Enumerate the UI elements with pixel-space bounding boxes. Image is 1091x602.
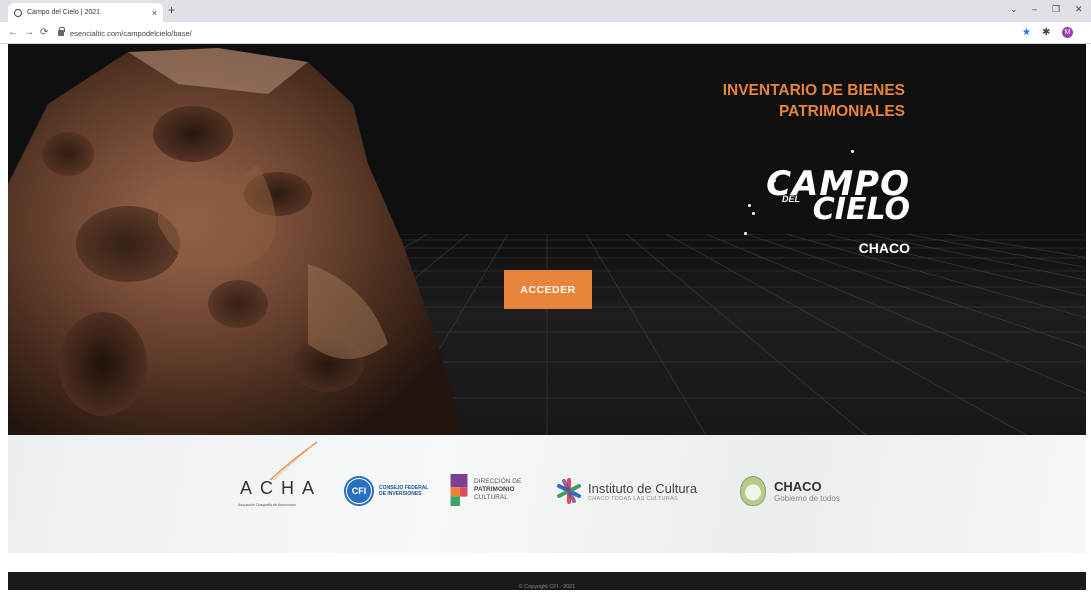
new-tab-button[interactable]: + [168, 3, 175, 17]
browser-tabbar: Campo del Cielo | 2021 × + ⌄ – ❐ ✕ [0, 0, 1091, 22]
chaco-seal-icon [740, 476, 766, 506]
lock-icon [58, 27, 65, 36]
close-tab-icon[interactable]: × [152, 8, 157, 18]
cfi-name: CONSEJO FEDERAL DE INVERSIONES [379, 485, 428, 497]
comet-icon [269, 441, 318, 480]
reload-icon[interactable]: ⟳ [40, 27, 48, 38]
forward-icon[interactable]: → [24, 27, 34, 38]
acha-subtitle: Asociación Chaqueña de Astronomía [238, 503, 296, 507]
browser-tab[interactable]: Campo del Cielo | 2021 × [8, 3, 163, 22]
hero-title: INVENTARIO DE BIENES PATRIMONIALES [723, 80, 905, 122]
cfi-line2: DE INVERSIONES [379, 491, 422, 497]
chaco-subtitle: Gobierno de todos [774, 494, 840, 503]
copyright-text: © Copyright CFI - 2021 [518, 584, 576, 590]
patrimonio-line2: PATRIMONIO [474, 486, 515, 493]
star-icon[interactable]: ★ [1022, 27, 1031, 38]
instituto-cultura-logo: Instituto de Cultura CHACO TODAS LAS CUL… [556, 478, 697, 504]
address-bar: ← → ⟳ esencialtic.com/campodelcielo/base… [0, 22, 1091, 44]
acceder-button[interactable]: ACCEDER [504, 270, 592, 309]
restore-icon[interactable]: ❐ [1052, 4, 1060, 15]
minimize-icon[interactable]: – [1032, 4, 1037, 14]
meteorite-image [8, 48, 463, 435]
hero-title-line1: INVENTARIO DE BIENES [722, 82, 905, 99]
asterisk-icon [557, 478, 581, 504]
cfi-emblem-icon: CFI [344, 476, 374, 506]
extensions-icon[interactable]: ✱ [1042, 27, 1050, 38]
cultura-subtitle: CHACO TODAS LAS CULTURAS [588, 495, 679, 502]
hero-title-line2: PATRIMONIALES [778, 103, 905, 120]
cfi-logo: CFI CONSEJO FEDERAL DE INVERSIONES [344, 476, 428, 506]
back-icon[interactable]: ← [8, 27, 18, 38]
acha-logo-text: ACHA [240, 478, 323, 498]
chevron-down-icon[interactable]: ⌄ [1010, 4, 1018, 15]
url-field[interactable]: esencialtic.com/campodelcielo/base/ [58, 25, 1018, 41]
tab-title: Campo del Cielo | 2021 [27, 9, 101, 16]
logo-chaco: CHACO [858, 240, 910, 256]
patrimonio-name: DIRECCIÓN DE PATRIMONIO CULTURAL [474, 478, 521, 502]
cfi-mark: CFI [347, 479, 371, 503]
logo-del: DEL [782, 194, 800, 204]
logo-cielo: CIELO [812, 192, 910, 227]
patrimonio-line1: DIRECCIÓN DE [474, 478, 522, 485]
patrimonio-line3: CULTURAL [474, 494, 508, 501]
sponsors-band [8, 435, 1086, 553]
patrimonio-emblem-icon [450, 474, 468, 506]
chaco-title: CHACO [774, 479, 822, 494]
profile-avatar[interactable]: M [1062, 27, 1073, 38]
patrimonio-logo: DIRECCIÓN DE PATRIMONIO CULTURAL [450, 474, 521, 506]
close-window-icon[interactable]: ✕ [1075, 4, 1083, 15]
cultura-title: Instituto de Cultura [588, 480, 698, 496]
chaco-gobierno-logo: CHACO Gobierno de todos [740, 476, 840, 506]
footer: © Copyright CFI - 2021 [8, 572, 1086, 590]
url-text: esencialtic.com/campodelcielo/base/ [70, 28, 192, 38]
globe-icon [14, 8, 22, 17]
campo-del-cielo-logo: CAMPO DEL CIELO CHACO [728, 144, 918, 264]
hero-section: INVENTARIO DE BIENES PATRIMONIALES CAMPO… [8, 44, 1086, 435]
